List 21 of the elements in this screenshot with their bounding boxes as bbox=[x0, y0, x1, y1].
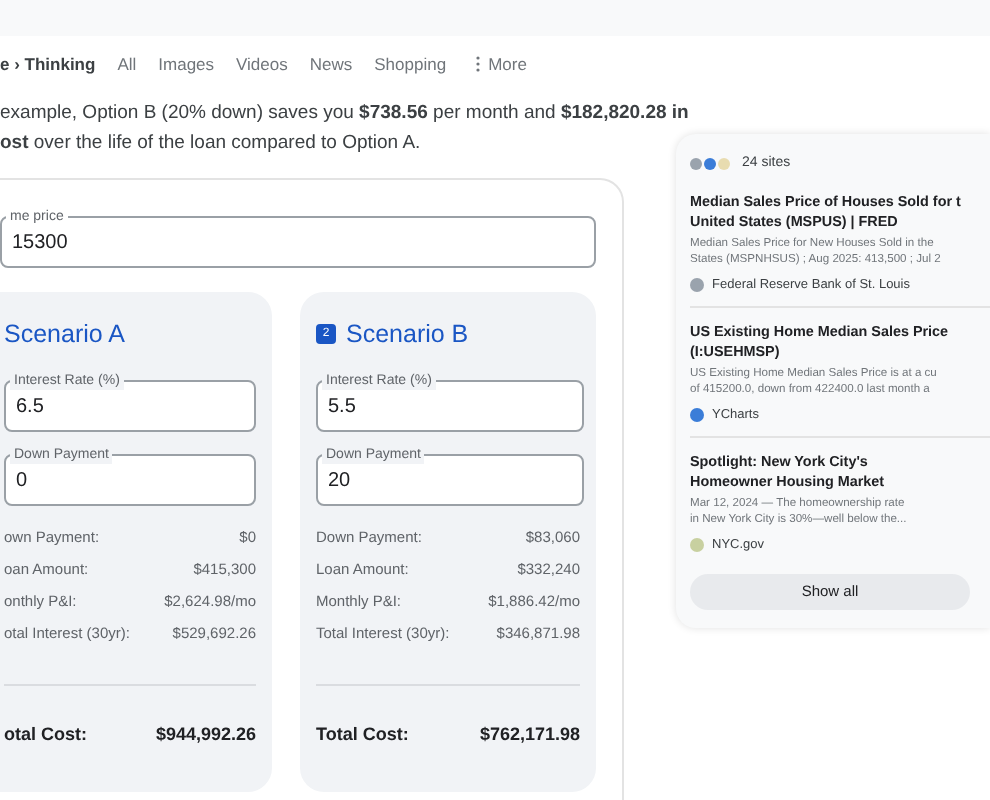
field-value: 5.5 bbox=[328, 393, 356, 421]
field-value: 6.5 bbox=[16, 393, 44, 421]
summary-text: example, Option B (20% down) saves you $738.56 per month and $182,820.28 in ost over the life of the loan compared to Option A. bbox=[0, 100, 691, 158]
total-value: $762,171.98 bbox=[479, 722, 580, 748]
breadcrumb[interactable]: e › Thinking bbox=[0, 51, 96, 77]
site-icons bbox=[690, 158, 730, 170]
total-label: Total Cost: bbox=[316, 722, 409, 748]
search-tab[interactable]: Videos bbox=[236, 51, 288, 77]
total-value: $944,992.26 bbox=[155, 722, 256, 748]
scenario-title: Scenario A bbox=[4, 317, 125, 352]
more-icon bbox=[476, 56, 481, 72]
field-value: 0 bbox=[16, 467, 28, 495]
search-tab[interactable]: Images bbox=[158, 51, 215, 77]
field-value: 20 bbox=[328, 467, 351, 495]
more-menu[interactable]: More bbox=[488, 51, 527, 77]
search-tab[interactable]: Shopping bbox=[374, 51, 447, 77]
search-tab[interactable]: All bbox=[117, 51, 137, 77]
field-value: 15300 bbox=[12, 229, 68, 257]
total-label: otal Cost: bbox=[4, 722, 87, 748]
scenario-title: Scenario B bbox=[346, 317, 469, 352]
search-tab[interactable]: News bbox=[309, 51, 353, 77]
